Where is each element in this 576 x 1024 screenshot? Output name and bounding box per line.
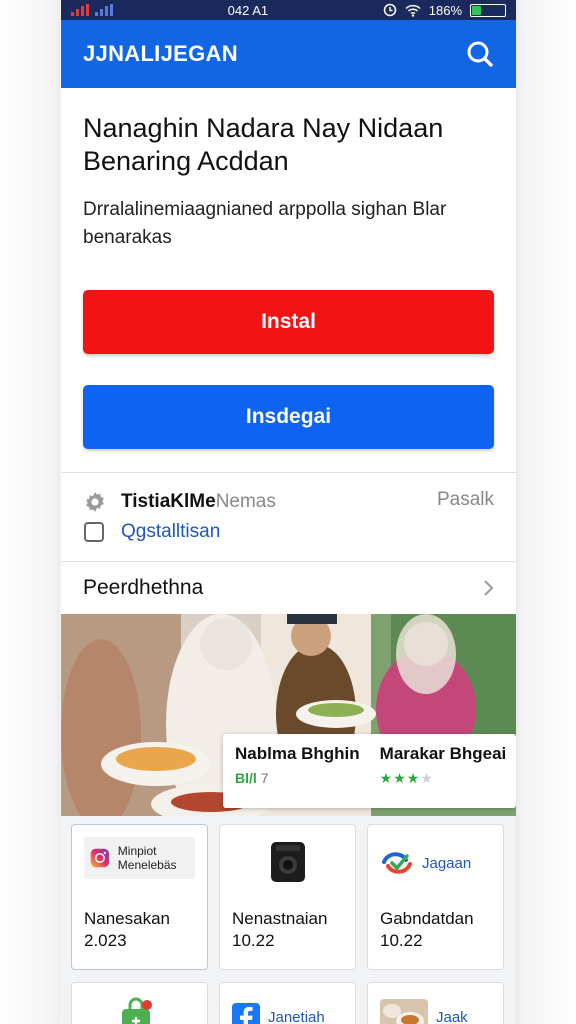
food-photo-icon bbox=[380, 999, 428, 1024]
featured-banner[interactable]: Nablma Bhghin Bl/l 7 Marakar Bhgeai ★★★★ bbox=[61, 614, 516, 816]
tile-badge: Minpiot Menelebäs bbox=[84, 837, 195, 879]
app-headline: Nanaghin Nadara Nay Nidaan Benaring Acdd… bbox=[83, 113, 444, 176]
app-header: JJNALIJEGAN bbox=[61, 20, 516, 88]
app-tile[interactable] bbox=[71, 982, 208, 1024]
app-description: Drralalinemiaagnianed arppolla sighan Bl… bbox=[83, 199, 447, 248]
tile-brand-label: Jagaan bbox=[422, 854, 472, 872]
signal-icon-2 bbox=[95, 4, 113, 16]
featured-card-left-title: Nablma Bhghin bbox=[235, 744, 360, 763]
featured-card-left-count: 7 bbox=[260, 770, 269, 786]
install-button[interactable]: Instal bbox=[83, 290, 494, 354]
rating-stars: ★★★★ bbox=[380, 770, 507, 787]
star-filled-icon: ★ bbox=[393, 770, 407, 786]
developer-name: TistiaKlMe bbox=[121, 491, 216, 512]
tile-value: 2.023 bbox=[84, 931, 127, 950]
developer-sub: Nemas bbox=[215, 491, 276, 512]
tile-brand: Jagaan bbox=[380, 843, 491, 883]
install-option-link[interactable]: Qgstalltisan bbox=[121, 521, 220, 543]
tile-name: Nanesakan bbox=[84, 909, 171, 928]
alarm-icon bbox=[383, 3, 396, 17]
signal-group bbox=[71, 4, 113, 16]
app-title: JJNALIJEGAN bbox=[83, 41, 238, 66]
tile-name: Gabndatdan bbox=[380, 909, 474, 928]
instagram-icon bbox=[90, 848, 110, 868]
featured-card-right: Marakar Bhgeai ★★★★ bbox=[380, 744, 507, 798]
status-time: 042 A1 bbox=[227, 2, 269, 18]
app-tile[interactable]: Jagaan Gabndatdan 10.22 bbox=[367, 824, 504, 970]
developer-row[interactable]: TistiaKlMe Nemas bbox=[83, 489, 494, 515]
secondary-action-button[interactable]: Insdegai bbox=[83, 385, 494, 449]
battery-percent: 186% bbox=[428, 2, 462, 18]
section-header[interactable]: Peerdhethna bbox=[61, 562, 516, 614]
signal-icon bbox=[71, 4, 89, 16]
app-hero: Nanaghin Nadara Nay Nidaan Benaring Acdd… bbox=[61, 88, 516, 449]
app-tile[interactable]: Nenastnaian 10.22 bbox=[219, 824, 356, 970]
app-grid: Minpiot Menelebäs Nanesakan 2.023 Nenast… bbox=[61, 816, 516, 1024]
tile-badge-label: Minpiot Menelebäs bbox=[117, 844, 177, 872]
status-bar: 042 A1 186% bbox=[61, 0, 516, 20]
app-info: TistiaKlMe Nemas Qgstalltisan Pasalk bbox=[61, 473, 516, 561]
swirl-logo-icon bbox=[382, 852, 412, 874]
featured-card-left-tag: Bl/l bbox=[235, 770, 257, 786]
battery-icon bbox=[470, 3, 506, 17]
status-right: 186% bbox=[383, 3, 506, 18]
app-tile[interactable]: Minpiot Menelebäs Nanesakan 2.023 bbox=[71, 824, 208, 970]
star-empty-icon: ★ bbox=[420, 770, 434, 786]
wifi-icon bbox=[405, 4, 421, 17]
search-button[interactable] bbox=[464, 38, 496, 70]
tile-value: 10.22 bbox=[232, 931, 275, 950]
page-backdrop-right bbox=[516, 0, 576, 1024]
tile-value: 10.22 bbox=[380, 931, 423, 950]
star-filled-icon: ★ bbox=[379, 770, 394, 786]
bag-icon bbox=[122, 997, 152, 1024]
section-title: Peerdhethna bbox=[83, 576, 204, 599]
search-icon bbox=[467, 41, 493, 67]
tile-brand: Jaak bbox=[380, 997, 491, 1024]
chevron-right-icon bbox=[484, 580, 494, 596]
featured-card-left-meta: Bl/l 7 bbox=[235, 770, 360, 786]
featured-card-left: Nablma Bhghin Bl/l 7 bbox=[235, 744, 360, 798]
tile-name: Nenastnaian bbox=[232, 909, 328, 928]
star-filled-icon: ★ bbox=[406, 770, 421, 786]
camera-icon bbox=[271, 842, 305, 882]
app-tile[interactable]: Janetiah bbox=[219, 982, 356, 1024]
facebook-icon bbox=[232, 1003, 260, 1024]
info-right-label[interactable]: Pasalk bbox=[437, 489, 494, 511]
install-option-row[interactable]: Qgstalltisan bbox=[83, 519, 494, 545]
page-backdrop-left bbox=[0, 0, 60, 1024]
app-tile[interactable]: Jaak bbox=[367, 982, 504, 1024]
tile-brand: Janetiah bbox=[232, 997, 343, 1024]
gear-icon bbox=[83, 490, 109, 514]
tile-brand-label: Jaak bbox=[436, 1008, 468, 1024]
checkbox[interactable] bbox=[83, 520, 109, 544]
phone-screen: 042 A1 186% JJNALIJEGAN Nanaghin Nadara … bbox=[61, 0, 516, 1024]
featured-card[interactable]: Nablma Bhghin Bl/l 7 Marakar Bhgeai ★★★★ bbox=[223, 734, 516, 808]
tile-brand-label: Janetiah bbox=[268, 1008, 325, 1024]
featured-card-right-title: Marakar Bhgeai bbox=[379, 744, 507, 763]
